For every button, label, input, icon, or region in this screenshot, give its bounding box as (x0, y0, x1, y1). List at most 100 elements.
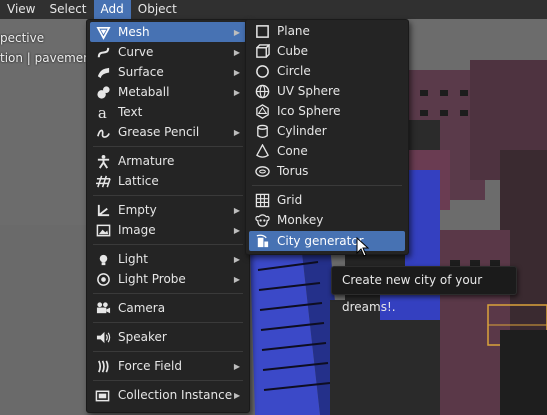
grease-pencil-icon (95, 124, 111, 140)
submenu-arrow-icon: ▶ (233, 47, 241, 57)
add-menu-item-speaker[interactable]: Speaker (90, 327, 246, 347)
city-generator-icon (254, 233, 270, 249)
grid-icon (254, 192, 270, 208)
viewport-perspective-label: pective (0, 31, 45, 45)
mesh-item-label: Monkey (277, 213, 324, 227)
mesh-item-label: UV Sphere (277, 84, 341, 98)
light-probe-icon (95, 271, 111, 287)
plane-icon (254, 23, 270, 39)
menu-view[interactable]: View (0, 0, 42, 19)
mesh-item-plane[interactable]: Plane (249, 21, 405, 41)
submenu-arrow-icon: ▶ (233, 254, 241, 264)
ico-sphere-icon (254, 103, 270, 119)
add-menu-item-metaball[interactable]: Metaball ▶ (90, 82, 246, 102)
surface-icon (95, 64, 111, 80)
torus-icon (254, 163, 270, 179)
submenu-arrow-icon: ▶ (233, 361, 241, 371)
add-menu-item-force-field[interactable]: Force Field ▶ (90, 356, 246, 376)
submenu-arrow-icon: ▶ (233, 274, 241, 284)
menu-select[interactable]: Select (42, 0, 93, 19)
mesh-item-grid[interactable]: Grid (249, 190, 405, 210)
add-menu-item-label: Mesh (118, 25, 150, 39)
uv-sphere-icon (254, 83, 270, 99)
text-icon: a (95, 104, 111, 120)
image-icon (95, 222, 111, 238)
menu-separator (93, 351, 243, 352)
cone-icon (254, 143, 270, 159)
camera-icon (95, 300, 111, 316)
add-menu-item-surface[interactable]: Surface ▶ (90, 62, 246, 82)
armature-icon (95, 153, 111, 169)
menu-object[interactable]: Object (131, 0, 184, 19)
menu-separator (93, 293, 243, 294)
mesh-item-label: Cube (277, 44, 308, 58)
mesh-item-cone[interactable]: Cone (249, 141, 405, 161)
mesh-item-label: Torus (277, 164, 309, 178)
add-menu-item-label: Grease Pencil (118, 125, 200, 139)
empty-icon (95, 202, 111, 218)
mouse-cursor-icon (356, 237, 370, 257)
menu-separator (93, 195, 243, 196)
add-menu: Mesh ▶ Curve ▶ Surface ▶ Metaball ▶ a Te… (86, 19, 250, 413)
mesh-item-torus[interactable]: Torus (249, 161, 405, 181)
add-menu-item-label: Collection Instance (117, 388, 233, 402)
add-menu-item-label: Curve (118, 45, 154, 59)
submenu-arrow-icon: ▶ (233, 390, 241, 400)
add-menu-item-label: Speaker (118, 330, 167, 344)
add-menu-item-lattice[interactable]: Lattice (90, 171, 246, 191)
mesh-item-circle[interactable]: Circle (249, 61, 405, 81)
add-menu-item-label: Text (118, 105, 143, 119)
force-field-icon (95, 358, 111, 374)
mesh-item-label: Cylinder (277, 124, 327, 138)
add-menu-item-label: Light (118, 252, 148, 266)
lattice-icon (95, 173, 111, 189)
add-menu-item-light[interactable]: Light ▶ (90, 249, 246, 269)
add-menu-item-label: Camera (118, 301, 166, 315)
add-menu-item-armature[interactable]: Armature (90, 151, 246, 171)
mesh-submenu: Plane Cube Circle UV Sphere Ico Sphere C… (245, 19, 409, 255)
monkey-icon (254, 212, 270, 228)
mesh-item-label: Grid (277, 193, 303, 207)
menu-separator (93, 146, 243, 147)
add-menu-item-label: Force Field (118, 359, 182, 373)
submenu-arrow-icon: ▶ (233, 87, 241, 97)
submenu-arrow-icon: ▶ (233, 67, 241, 77)
mesh-item-label: Plane (277, 24, 310, 38)
add-menu-item-label: Surface (118, 65, 164, 79)
add-menu-item-empty[interactable]: Empty ▶ (90, 200, 246, 220)
submenu-arrow-icon: ▶ (233, 225, 241, 235)
add-menu-item-image[interactable]: Image ▶ (90, 220, 246, 240)
add-menu-item-grease-pencil[interactable]: Grease Pencil ▶ (90, 122, 246, 142)
header-menubar: View Select Add Object (0, 0, 547, 19)
menu-separator (252, 185, 402, 186)
mesh-item-cube[interactable]: Cube (249, 41, 405, 61)
add-menu-item-curve[interactable]: Curve ▶ (90, 42, 246, 62)
mesh-item-ico-sphere[interactable]: Ico Sphere (249, 101, 405, 121)
menu-separator (93, 244, 243, 245)
curve-icon (95, 44, 111, 60)
collection-instance-icon (95, 387, 111, 403)
cylinder-icon (254, 123, 270, 139)
add-menu-item-label: Light Probe (118, 272, 186, 286)
add-menu-item-text[interactable]: a Text (90, 102, 246, 122)
mesh-item-uv-sphere[interactable]: UV Sphere (249, 81, 405, 101)
mesh-item-label: Circle (277, 64, 311, 78)
add-menu-item-label: Image (118, 223, 156, 237)
mesh-icon (95, 24, 111, 40)
cube-icon (254, 43, 270, 59)
mesh-item-city-generator[interactable]: City generator (249, 231, 405, 251)
circle-icon (254, 63, 270, 79)
mesh-item-cylinder[interactable]: Cylinder (249, 121, 405, 141)
submenu-arrow-icon: ▶ (233, 127, 241, 137)
add-menu-item-camera[interactable]: Camera (90, 298, 246, 318)
tooltip: Create new city of your dreams!. (331, 266, 517, 314)
add-menu-item-collection-instance[interactable]: Collection Instance ▶ (90, 385, 246, 405)
add-menu-item-mesh[interactable]: Mesh ▶ (90, 22, 246, 42)
mesh-item-monkey[interactable]: Monkey (249, 210, 405, 230)
mesh-item-label: Ico Sphere (277, 104, 341, 118)
add-menu-item-label: Empty (118, 203, 157, 217)
add-menu-item-light-probe[interactable]: Light Probe ▶ (90, 269, 246, 289)
speaker-icon (95, 329, 111, 345)
menu-add[interactable]: Add (93, 0, 131, 19)
mesh-item-label: Cone (277, 144, 308, 158)
